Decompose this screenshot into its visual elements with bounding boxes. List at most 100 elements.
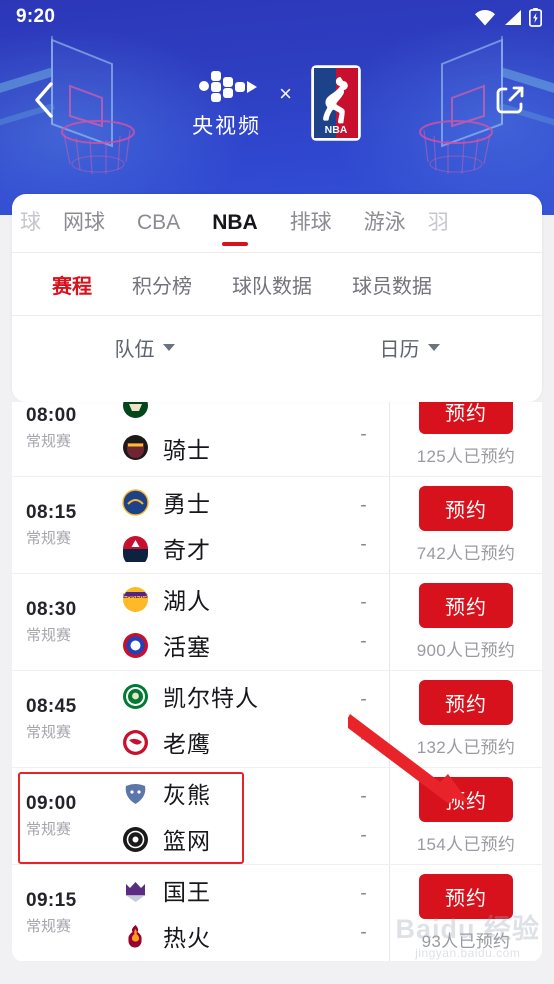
team-name-home: 勇士 bbox=[163, 491, 211, 517]
reserve-count-text: 132人已预约 bbox=[416, 738, 516, 757]
sub-tab-team-stats[interactable]: 球队数据 bbox=[212, 270, 332, 299]
content-sheet: 球 网球 CBA NBA 排球 游泳 羽 赛程 积分榜 球队数据 球员数据 队伍… bbox=[12, 194, 542, 402]
reserve-button[interactable]: 预约 bbox=[419, 583, 513, 628]
sub-tab-standings[interactable]: 积分榜 bbox=[112, 270, 212, 299]
game-teams: 灰熊 篮网 bbox=[122, 776, 338, 856]
hawks-logo-icon bbox=[122, 729, 149, 756]
game-time: 09:15 bbox=[26, 890, 77, 911]
sport-tab-4[interactable]: 排球 bbox=[274, 194, 348, 252]
brand-row: 央视频 × NBA bbox=[0, 58, 554, 148]
sport-tab-5[interactable]: 游泳 bbox=[348, 194, 422, 252]
game-list: 08:00 常规赛 骑士 - 预约 125人已预约 08:15 常规赛 勇士 奇… bbox=[12, 402, 542, 962]
game-row-highlighted[interactable]: 09:00 常规赛 灰熊 篮网 - - 预约 154人已预约 bbox=[12, 768, 542, 865]
game-row[interactable]: 08:15 常规赛 勇士 奇才 - - 预约 742人已预约 bbox=[12, 477, 542, 574]
sub-tab-player-stats[interactable]: 球员数据 bbox=[332, 270, 452, 299]
chevron-down-icon bbox=[162, 343, 175, 351]
score-away: - bbox=[360, 728, 367, 749]
app-root: 9:20 央视频 × NBA 球 网球 CBA NBA 排球 游泳 羽 赛程 积… bbox=[0, 0, 554, 984]
game-row[interactable]: 08:00 常规赛 骑士 - 预约 125人已预约 bbox=[12, 402, 542, 477]
status-bar: 9:20 bbox=[0, 0, 554, 34]
team-line-home: 灰熊 bbox=[122, 776, 338, 810]
svg-text:NBA: NBA bbox=[325, 124, 348, 136]
sport-tab-3[interactable]: NBA bbox=[196, 194, 274, 252]
sub-tab-schedule[interactable]: 赛程 bbox=[32, 270, 112, 299]
reserve-count-text: 93人已预约 bbox=[421, 932, 511, 951]
sport-tab-2[interactable]: CBA bbox=[121, 194, 196, 252]
filter-team[interactable]: 队伍 bbox=[12, 333, 277, 362]
cellular-signal-icon bbox=[505, 9, 521, 25]
status-bar-icons bbox=[474, 7, 542, 27]
reserve-button[interactable]: 预约 bbox=[419, 486, 513, 531]
team-name-home: 灰熊 bbox=[163, 782, 211, 808]
game-scores: - - bbox=[338, 768, 390, 864]
game-row[interactable]: 08:45 常规赛 凯尔特人 老鹰 - - 预约 132人已预约 bbox=[12, 671, 542, 768]
page-header: 9:20 央视频 × NBA bbox=[0, 0, 554, 215]
game-teams: 凯尔特人 老鹰 bbox=[122, 679, 338, 759]
team-name-home: 湖人 bbox=[163, 588, 211, 614]
grizzlies-logo-icon bbox=[122, 780, 149, 807]
sport-tab-0[interactable]: 球 bbox=[14, 194, 47, 252]
team-line-away: 骑士 bbox=[122, 431, 338, 465]
nets-logo-icon bbox=[122, 826, 149, 853]
team-line-away: 篮网 bbox=[122, 822, 338, 856]
team-line-away: 热火 bbox=[122, 919, 338, 953]
game-teams: 国王 热火 bbox=[122, 873, 338, 953]
game-scores: - bbox=[338, 402, 390, 476]
kings-logo-icon bbox=[122, 877, 149, 904]
game-time: 08:15 bbox=[26, 502, 77, 523]
team-line-away: 老鹰 bbox=[122, 725, 338, 759]
lakers-logo-icon: LAKERS bbox=[122, 586, 149, 613]
game-row[interactable]: 08:30 常规赛 LAKERS 湖人 活塞 - - 预约 900人已预约 bbox=[12, 574, 542, 671]
game-action: 预约 132人已预约 bbox=[390, 680, 542, 758]
reserve-button[interactable]: 预约 bbox=[419, 402, 513, 434]
game-time-block: 08:45 常规赛 bbox=[26, 696, 122, 742]
reserve-count-text: 900人已预约 bbox=[416, 641, 516, 660]
game-list-scroll[interactable]: 08:00 常规赛 骑士 - 预约 125人已预约 08:15 常规赛 勇士 奇… bbox=[0, 402, 554, 984]
reserve-button[interactable]: 预约 bbox=[419, 680, 513, 725]
team-line-home: 国王 bbox=[122, 873, 338, 907]
game-scores: - - bbox=[338, 671, 390, 767]
score-home: - bbox=[360, 495, 367, 516]
team-line-home bbox=[122, 402, 338, 419]
team-line-home: 凯尔特人 bbox=[122, 679, 338, 713]
game-row[interactable]: 09:15 常规赛 国王 热火 - - 预约 93人已预约 bbox=[12, 865, 542, 962]
game-time: 08:30 bbox=[26, 599, 77, 620]
filter-calendar-label: 日历 bbox=[379, 338, 420, 361]
game-time-block: 09:00 常规赛 bbox=[26, 793, 122, 839]
game-time: 08:45 bbox=[26, 696, 77, 717]
game-stage: 常规赛 bbox=[26, 821, 72, 838]
game-scores: - - bbox=[338, 477, 390, 573]
team-name-home: 国王 bbox=[163, 879, 211, 905]
sport-tab-1[interactable]: 网球 bbox=[47, 194, 121, 252]
sub-tab-bar[interactable]: 赛程 积分榜 球队数据 球员数据 bbox=[12, 253, 542, 315]
status-bar-clock: 9:20 bbox=[16, 6, 56, 27]
team-line-away: 活塞 bbox=[122, 628, 338, 662]
filter-calendar[interactable]: 日历 bbox=[277, 333, 542, 362]
heat-logo-icon bbox=[122, 923, 149, 950]
game-stage: 常规赛 bbox=[26, 433, 72, 450]
game-time: 08:00 bbox=[26, 405, 77, 426]
reserve-button[interactable]: 预约 bbox=[419, 874, 513, 919]
game-scores: - - bbox=[338, 574, 390, 670]
team-line-home: LAKERS 湖人 bbox=[122, 582, 338, 616]
game-stage: 常规赛 bbox=[26, 724, 72, 741]
bucks-logo-icon bbox=[122, 402, 149, 419]
back-button[interactable] bbox=[24, 78, 64, 122]
score-home: - bbox=[360, 592, 367, 613]
game-time-block: 08:30 常规赛 bbox=[26, 599, 122, 645]
pistons-logo-icon bbox=[122, 632, 149, 659]
sport-tab-6[interactable]: 羽 bbox=[422, 194, 455, 252]
cavaliers-logo-icon bbox=[122, 434, 149, 461]
score-away: - bbox=[360, 534, 367, 555]
game-time-block: 09:15 常规赛 bbox=[26, 890, 122, 936]
game-stage: 常规赛 bbox=[26, 530, 72, 547]
sport-tab-bar[interactable]: 球 网球 CBA NBA 排球 游泳 羽 bbox=[12, 194, 542, 252]
svg-text:LAKERS: LAKERS bbox=[123, 594, 148, 600]
share-button[interactable] bbox=[490, 78, 530, 122]
team-line-home: 勇士 bbox=[122, 485, 338, 519]
game-time: 09:00 bbox=[26, 793, 77, 814]
team-line-away: 奇才 bbox=[122, 531, 338, 566]
reserve-button[interactable]: 预约 bbox=[419, 777, 513, 822]
cctv-brand-name: 央视频 bbox=[192, 115, 262, 138]
filter-team-label: 队伍 bbox=[114, 338, 155, 361]
